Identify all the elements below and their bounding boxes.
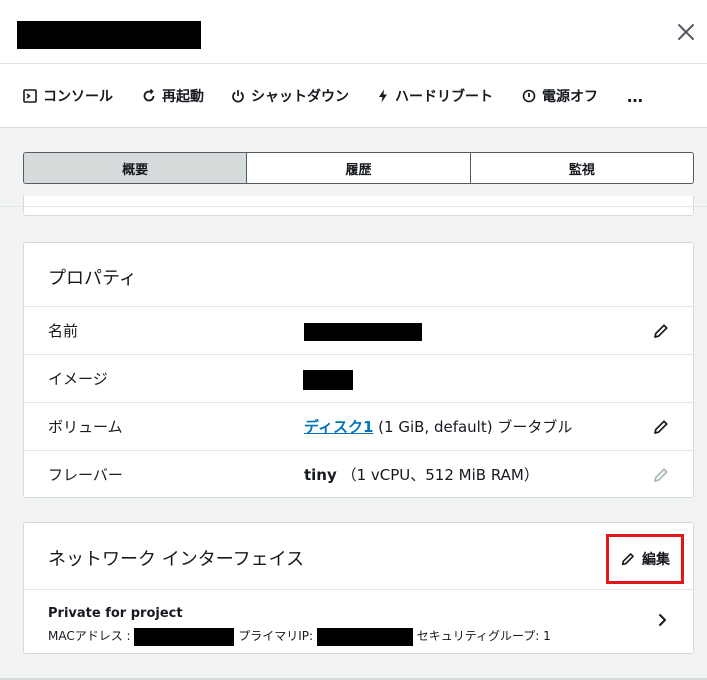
console-button[interactable]: コンソール xyxy=(23,85,113,107)
image-value-redacted xyxy=(303,370,353,390)
flavor-name: tiny xyxy=(304,466,337,484)
name-value-redacted xyxy=(304,323,422,341)
network-title: ネットワーク インターフェイス xyxy=(48,549,305,570)
name-label: 名前 xyxy=(48,322,79,340)
disk1-link[interactable]: ディスク1 xyxy=(304,418,373,436)
lightning-icon xyxy=(379,89,387,103)
tab-overview[interactable]: 概要 xyxy=(24,153,248,183)
edit-flavor-button-disabled xyxy=(652,466,670,484)
network-interface-row[interactable]: Private for project MACアドレス : プライマリIP: セ… xyxy=(24,589,693,653)
scroll-divider xyxy=(0,206,707,207)
flavor-detail: （1 vCPU、512 MiB RAM） xyxy=(341,466,539,484)
property-row-image: イメージ xyxy=(24,354,693,402)
image-label: イメージ xyxy=(48,370,108,388)
ip-value-redacted xyxy=(316,627,413,646)
edit-label: 編集 xyxy=(642,552,670,568)
volume-label: ボリューム xyxy=(48,418,123,436)
power-off-icon xyxy=(522,89,536,103)
close-icon xyxy=(678,24,694,40)
action-toolbar: コンソール 再起動 シャットダウン ハードリブート 電源オフ … xyxy=(0,64,707,128)
console-label: コンソール xyxy=(43,89,113,105)
detail-tabs: 概要 履歴 監視 xyxy=(23,152,694,184)
chevron-right-icon xyxy=(659,614,666,626)
mac-label: MACアドレス : xyxy=(48,629,131,643)
power-icon xyxy=(232,90,244,103)
property-row-name: 名前 xyxy=(24,306,693,354)
hard-reboot-button[interactable]: ハードリブート xyxy=(377,85,493,107)
pencil-icon xyxy=(654,420,668,434)
pencil-icon xyxy=(654,468,668,482)
security-group-label: セキュリティグループ: 1 xyxy=(416,629,551,643)
restart-label: 再起動 xyxy=(162,89,204,105)
mac-value-redacted xyxy=(134,627,235,646)
properties-card: プロパティ 名前 イメージ ボリューム ディスク1 (1 GiB, defaul… xyxy=(23,242,694,498)
restart-button[interactable]: 再起動 xyxy=(142,85,204,107)
properties-title: プロパティ xyxy=(48,268,137,289)
edit-network-button[interactable]: 編集 xyxy=(606,534,684,584)
property-row-volume: ボリューム ディスク1 (1 GiB, default) ブータブル xyxy=(24,402,693,450)
pencil-icon xyxy=(621,553,634,566)
tab-monitoring[interactable]: 監視 xyxy=(471,153,693,183)
tab-history[interactable]: 履歴 xyxy=(247,153,471,183)
more-actions-button[interactable]: … xyxy=(624,85,646,107)
property-row-flavor: フレーバー tiny （1 vCPU、512 MiB RAM） xyxy=(24,450,693,498)
flavor-label: フレーバー xyxy=(48,466,123,484)
close-button[interactable] xyxy=(674,20,698,44)
interface-meta: MACアドレス : プライマリIP: セキュリティグループ: 1 xyxy=(48,627,551,646)
edit-volume-button[interactable] xyxy=(652,418,670,436)
instance-title-redacted xyxy=(17,21,201,49)
power-off-label: 電源オフ xyxy=(542,89,598,105)
panel-header xyxy=(0,0,707,64)
flavor-value: tiny （1 vCPU、512 MiB RAM） xyxy=(304,464,539,485)
hard-reboot-label: ハードリブート xyxy=(395,89,493,105)
power-off-button[interactable]: 電源オフ xyxy=(522,85,598,107)
volume-value: ディスク1 (1 GiB, default) ブータブル xyxy=(304,416,572,437)
ip-label: プライマリIP: xyxy=(238,629,314,643)
edit-name-button[interactable] xyxy=(652,322,670,340)
more-icon: … xyxy=(627,86,643,106)
network-interfaces-card: ネットワーク インターフェイス 編集 Private for project M… xyxy=(23,522,694,654)
restart-icon xyxy=(143,89,155,102)
shutdown-button[interactable]: シャットダウン xyxy=(231,85,349,107)
volume-details: (1 GiB, default) ブータブル xyxy=(378,418,573,436)
interface-name: Private for project xyxy=(48,606,183,621)
shutdown-label: シャットダウン xyxy=(251,89,349,105)
pencil-icon xyxy=(654,324,668,338)
console-icon xyxy=(23,89,37,103)
